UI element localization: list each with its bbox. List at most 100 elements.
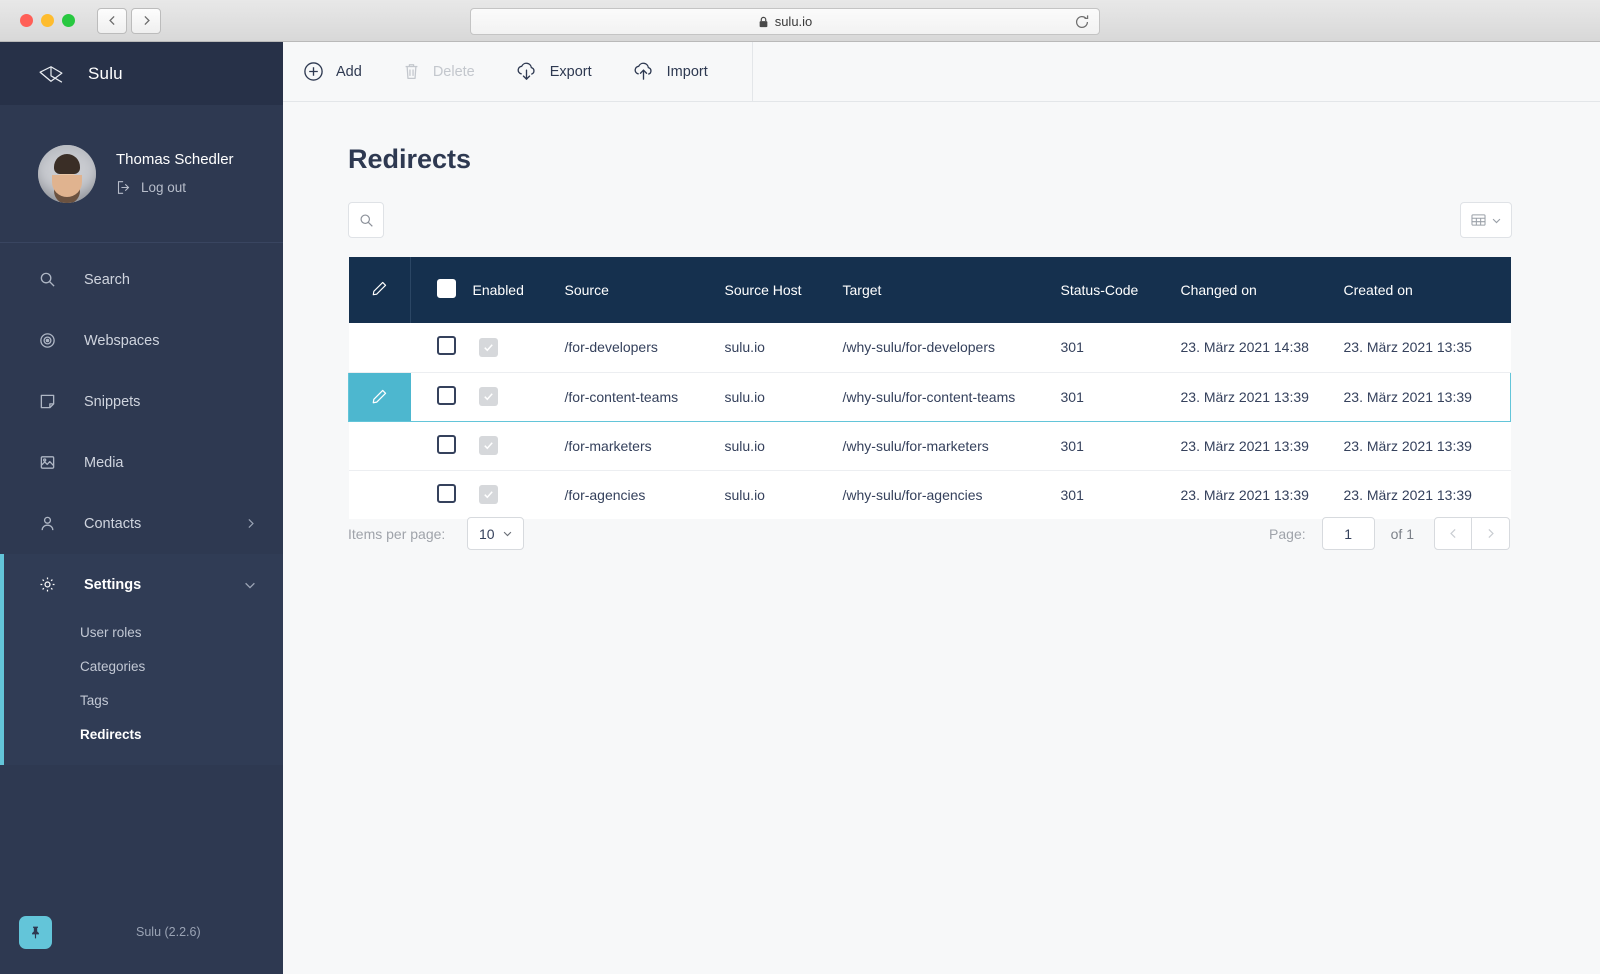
row-select-cell[interactable] [411,470,473,519]
gear-icon [38,576,56,593]
row-changed-on: 23. März 2021 14:38 [1180,323,1344,373]
search-icon [38,271,56,288]
row-changed-on: 23. März 2021 13:39 [1180,421,1344,471]
table-header-target[interactable]: Target [842,257,1061,323]
forward-button[interactable] [131,7,161,34]
enabled-checkbox-readonly [478,337,498,357]
items-per-page-value: 10 [478,525,495,542]
row-source-host: sulu.io [724,421,843,471]
pencil-icon [349,373,411,420]
table-view-icon [1470,213,1486,227]
sidebar-item-settings[interactable]: Settings [0,554,283,615]
sidebar-subitem-label: Tags [80,692,109,708]
sidebar-subitem-label: User roles [80,624,142,640]
sidebar-item-search[interactable]: Search [0,249,283,310]
window-traffic-lights [20,14,75,27]
sidebar-subitem-label: Redirects [80,726,142,742]
select-all-checkbox[interactable] [437,279,456,298]
image-icon [38,454,56,471]
row-edit-button[interactable] [348,371,411,422]
row-source-host: sulu.io [724,323,843,373]
enabled-checkbox-readonly [478,485,498,505]
chevron-right-icon [1484,527,1497,540]
logout-button[interactable]: Log out [116,179,234,197]
sidebar-item-label: Settings [84,576,142,593]
address-bar[interactable]: sulu.io [470,8,1100,35]
sidebar-item-media[interactable]: Media [0,432,283,493]
previous-page-button[interactable] [1434,517,1472,550]
search-input[interactable] [348,202,384,238]
chevron-down-icon [1491,215,1502,226]
row-select-cell[interactable] [410,421,473,471]
delete-button[interactable]: Delete [382,42,495,101]
sidebar-item-snippets[interactable]: Snippets [0,371,283,432]
total-pages-label: of 1 [1390,525,1414,542]
row-select-cell[interactable] [410,371,473,422]
row-status-code: 301 [1060,421,1181,471]
address-bar-url: sulu.io [774,14,813,29]
view-toggle-button[interactable] [1460,202,1512,238]
sidebar-brand[interactable]: Sulu [0,42,283,105]
sidebar-item-webspaces[interactable]: Webspaces [0,310,283,371]
page-number-input[interactable]: 1 [1321,517,1375,550]
plus-circle-icon [303,61,324,82]
table-row[interactable]: /for-developers sulu.io /why-sulu/for-de… [348,323,1511,373]
table-header-source[interactable]: Source [564,257,725,323]
next-page-button[interactable] [1472,517,1510,550]
import-label: Import [666,63,708,80]
row-edit-cell[interactable] [348,421,411,471]
sidebar-item-categories[interactable]: Categories [0,649,283,683]
row-checkbox[interactable] [436,385,456,405]
row-edit-cell[interactable] [348,323,411,373]
cloud-download-icon [515,62,538,82]
row-checkbox[interactable] [436,483,456,503]
sidebar-footer: Sulu (2.2.6) [0,890,283,974]
row-enabled-cell [473,470,565,519]
row-checkbox[interactable] [436,434,456,454]
target-icon [38,332,56,349]
table-header-source-host[interactable]: Source Host [724,257,843,323]
table-row[interactable]: /for-agencies sulu.io /why-sulu/for-agen… [348,470,1511,519]
close-window-button[interactable] [20,14,33,27]
back-button[interactable] [97,7,127,34]
main-content: Redirects Enabled Source Source Host Tar… [283,102,1600,974]
sidebar-item-label: Webspaces [84,332,160,349]
page-number-value: 1 [1344,525,1353,542]
import-button[interactable]: Import [612,42,728,101]
sidebar-item-tags[interactable]: Tags [0,683,283,717]
row-checkbox[interactable] [436,336,456,356]
pin-button[interactable] [19,915,52,949]
export-button[interactable]: Export [495,42,612,101]
row-created-on: 23. März 2021 13:39 [1343,371,1511,422]
delete-label: Delete [432,63,475,80]
trash-icon [402,62,421,82]
sidebar-item-contacts[interactable]: Contacts [0,493,283,554]
add-button[interactable]: Add [283,42,382,101]
table-header-row: Enabled Source Source Host Target Status… [348,257,1511,323]
redirects-table: Enabled Source Source Host Target Status… [348,257,1511,519]
sidebar-item-redirects[interactable]: Redirects [0,717,283,751]
row-target: /why-sulu/for-developers [842,323,1061,373]
sidebar-subnav-settings: User roles Categories Tags Redirects [0,615,283,765]
sidebar-item-label: Media [84,454,124,471]
row-source: /for-marketers [564,421,725,471]
row-created-on: 23. März 2021 13:35 [1343,323,1511,373]
sidebar-item-user-roles[interactable]: User roles [0,615,283,649]
row-edit-cell[interactable] [349,470,411,519]
minimize-window-button[interactable] [41,14,54,27]
row-select-cell[interactable] [410,323,473,373]
table-header-created-on[interactable]: Created on [1343,257,1511,323]
table-row[interactable]: /for-content-teams sulu.io /why-sulu/for… [348,371,1511,422]
table-header-status-code[interactable]: Status-Code [1060,257,1181,323]
reload-icon[interactable] [1073,13,1091,31]
row-enabled-cell [472,421,565,471]
items-per-page-select[interactable]: 10 [467,517,525,550]
user-profile[interactable]: Thomas Schedler Log out [0,105,283,243]
table-header-select-all[interactable] [410,257,473,323]
table-header-changed-on[interactable]: Changed on [1180,257,1344,323]
table-header-enabled[interactable]: Enabled [472,257,565,323]
cloud-upload-icon [632,62,655,82]
row-created-on: 23. März 2021 13:39 [1343,421,1511,471]
table-row[interactable]: /for-marketers sulu.io /why-sulu/for-mar… [348,421,1511,471]
maximize-window-button[interactable] [62,14,75,27]
